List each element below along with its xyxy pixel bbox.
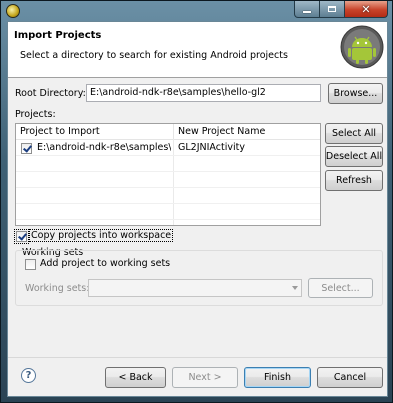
close-button[interactable]: ✕ [345, 1, 388, 18]
copy-into-workspace-checkbox[interactable] [14, 229, 29, 244]
browse-button[interactable]: Browse... [328, 83, 383, 104]
projects-label: Projects: [15, 109, 56, 120]
refresh-button[interactable]: Refresh [325, 170, 383, 191]
empty-row [16, 204, 320, 220]
close-icon: ✕ [361, 2, 371, 16]
empty-row [16, 188, 320, 204]
column-header-new-name[interactable]: New Project Name [178, 126, 265, 137]
empty-row [16, 172, 320, 188]
table-row[interactable]: E:\android-ndk-r8e\samples\... GL2JNIAct… [16, 140, 320, 156]
footer-divider [8, 357, 387, 358]
eclipse-icon [6, 4, 20, 18]
back-button[interactable]: < Back [105, 367, 166, 388]
window-frame: ✕ Import Projects Select a directory to … [0, 0, 393, 403]
working-sets-group: Add project to working sets Working sets… [15, 250, 383, 306]
root-directory-label: Root Directory: [15, 88, 86, 99]
window-controls: ✕ [294, 1, 388, 19]
select-working-sets-button[interactable]: Select... [308, 278, 373, 298]
empty-row [16, 156, 320, 172]
add-to-working-sets-label[interactable]: Add project to working sets [40, 258, 170, 269]
minimize-button[interactable] [294, 1, 320, 18]
working-sets-field-label: Working sets: [25, 283, 90, 294]
wizard-header: Import Projects Select a directory to se… [8, 22, 387, 78]
new-project-name-cell[interactable]: GL2JNIActivity [178, 142, 245, 153]
title-bar[interactable]: ✕ [1, 1, 393, 21]
working-sets-combo[interactable] [88, 279, 302, 297]
finish-button[interactable]: Finish [244, 367, 311, 388]
page-title: Import Projects [14, 30, 102, 41]
project-import-checkbox[interactable] [21, 143, 32, 154]
column-divider[interactable] [173, 124, 174, 139]
help-icon[interactable]: ? [21, 368, 36, 383]
minimize-icon [303, 10, 311, 13]
page-description: Select a directory to search for existin… [20, 50, 288, 61]
copy-into-workspace-label[interactable]: Copy projects into workspace [28, 229, 174, 242]
projects-table[interactable]: Project to Import New Project Name E:\an… [15, 123, 321, 226]
maximize-icon [328, 6, 336, 12]
maximize-button[interactable] [320, 1, 345, 18]
root-directory-input[interactable]: E:\android-ndk-r8e\samples\hello-gl2 [86, 84, 321, 102]
table-header: Project to Import New Project Name [16, 124, 320, 140]
project-path-cell: E:\android-ndk-r8e\samples\... [37, 142, 171, 153]
chevron-down-icon [292, 286, 298, 290]
select-all-button[interactable]: Select All [325, 123, 383, 144]
dialog-body: Import Projects Select a directory to se… [7, 21, 388, 397]
add-to-working-sets-checkbox[interactable] [25, 259, 36, 270]
android-icon [340, 25, 384, 69]
next-button[interactable]: Next > [172, 367, 238, 388]
column-header-project[interactable]: Project to Import [20, 126, 100, 137]
cancel-button[interactable]: Cancel [317, 367, 383, 388]
deselect-all-button[interactable]: Deselect All [325, 146, 383, 167]
